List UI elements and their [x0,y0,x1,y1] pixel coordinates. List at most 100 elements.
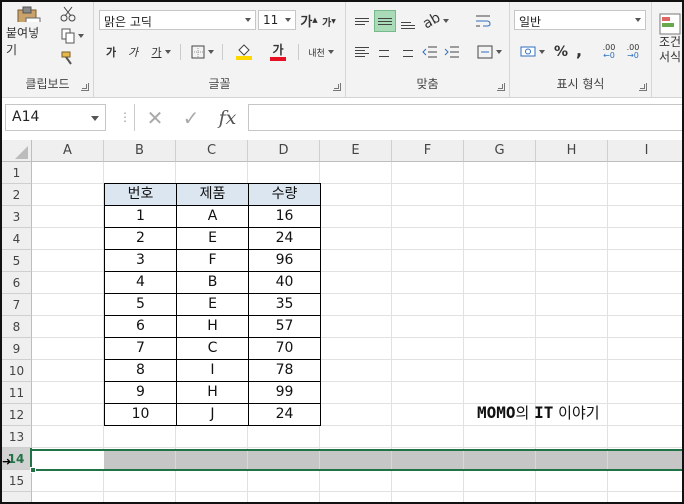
bottom-align-button[interactable] [398,14,418,36]
table-cell[interactable]: 78 [248,359,321,382]
table-cell[interactable]: 40 [248,271,321,294]
table-cell[interactable]: A [176,205,249,228]
table-cell[interactable]: 96 [248,249,321,272]
conditional-format-button[interactable]: 조건 서식 [656,6,682,70]
underline-button[interactable]: 가 [146,42,176,62]
decrease-indent-button[interactable] [420,42,440,62]
select-all-corner[interactable] [2,140,32,162]
table-header-product[interactable]: 제품 [176,183,249,206]
cancel-icon[interactable]: ✕ [147,106,164,130]
table-cell[interactable]: 35 [248,293,321,316]
table-cell[interactable]: I [176,359,249,382]
comma-button[interactable]: , [572,40,586,60]
column-header-h[interactable]: H [536,140,608,162]
table-cell[interactable]: E [176,227,249,250]
row-header-16[interactable] [2,492,32,502]
accounting-format-button[interactable] [516,42,548,62]
number-launcher-icon[interactable] [639,83,647,91]
row-header-11[interactable]: 11 [2,382,32,404]
enter-icon[interactable]: ✓ [183,106,200,130]
table-cell[interactable]: 9 [104,381,177,404]
row-header-4[interactable]: 4 [2,228,32,250]
table-cell[interactable]: 2 [104,227,177,250]
table-cell[interactable]: 10 [104,403,177,426]
insert-function-icon[interactable]: fx [219,107,237,129]
table-cell[interactable]: 24 [248,403,321,426]
row-header-7[interactable]: 7 [2,294,32,316]
row-header-13[interactable]: 13 [2,426,32,448]
number-format-combo[interactable]: 일반 [514,10,646,30]
align-center-button[interactable] [374,42,394,62]
format-painter-button[interactable] [57,48,79,68]
borders-button[interactable] [186,42,218,62]
column-header-b[interactable]: B [104,140,176,162]
row-header-9[interactable]: 9 [2,338,32,360]
decrease-decimal-button[interactable]: .00 →0 [622,42,644,62]
table-cell[interactable]: 4 [104,271,177,294]
fill-handle[interactable] [30,467,36,473]
bold-button[interactable]: 가 [102,42,120,62]
table-cell[interactable]: B [176,271,249,294]
column-header-f[interactable]: F [392,140,464,162]
table-cell[interactable]: 57 [248,315,321,338]
fill-color-button[interactable] [228,40,260,64]
percent-button[interactable]: % [552,42,570,62]
align-right-button[interactable] [396,42,416,62]
row-header-12[interactable]: 12 [2,404,32,426]
column-header-d[interactable]: D [248,140,320,162]
name-box[interactable]: A14 [5,104,106,131]
column-header-c[interactable]: C [176,140,248,162]
row-header-6[interactable]: 6 [2,272,32,294]
merge-center-button[interactable] [472,42,506,62]
phonetic-button[interactable]: 내천 [304,40,338,64]
shrink-font-button[interactable]: 가 ▼ [321,12,337,30]
row-header-3[interactable]: 3 [2,206,32,228]
row-header-15[interactable]: 15 [2,470,32,492]
row-header-1[interactable]: 1 [2,162,32,184]
grow-font-button[interactable]: 가 ▲ [300,10,318,30]
table-cell[interactable]: F [176,249,249,272]
clipboard-launcher-icon[interactable] [81,83,89,91]
table-header-number[interactable]: 번호 [104,183,177,206]
row-header-8[interactable]: 8 [2,316,32,338]
table-cell[interactable]: 24 [248,227,321,250]
row-header-2[interactable]: 2 [2,184,32,206]
wrap-text-button[interactable] [472,10,494,32]
table-cell[interactable]: 16 [248,205,321,228]
align-left-button[interactable] [352,42,372,62]
increase-decimal-button[interactable]: .00 ←0 [598,42,620,62]
column-header-g[interactable]: G [464,140,536,162]
formula-input[interactable] [248,104,682,131]
row-header-5[interactable]: 5 [2,250,32,272]
table-cell[interactable]: H [176,381,249,404]
column-header-e[interactable]: E [320,140,392,162]
table-header-quantity[interactable]: 수량 [248,183,321,206]
table-cell[interactable]: 70 [248,337,321,360]
table-cell[interactable]: J [176,403,249,426]
table-cell[interactable]: H [176,315,249,338]
cut-button[interactable] [57,4,79,24]
table-cell[interactable]: 5 [104,293,177,316]
row-header-10[interactable]: 10 [2,360,32,382]
font-size-combo[interactable]: 11 [258,10,296,30]
font-color-button[interactable]: 가 [262,40,294,64]
increase-indent-button[interactable] [442,42,462,62]
font-name-combo[interactable]: 맑은 고딕 [99,10,256,30]
copy-button[interactable] [57,26,87,46]
paste-button[interactable]: 붙여넣기 [6,6,50,58]
top-align-button[interactable] [352,10,372,32]
italic-button[interactable]: 가 [124,42,142,62]
table-cell[interactable]: 6 [104,315,177,338]
table-cell[interactable]: 7 [104,337,177,360]
orientation-button[interactable]: ab [420,10,450,32]
column-header-i[interactable]: I [608,140,682,162]
font-launcher-icon[interactable] [333,83,341,91]
table-cell[interactable]: C [176,337,249,360]
alignment-launcher-icon[interactable] [497,83,505,91]
table-cell[interactable]: 3 [104,249,177,272]
table-cell[interactable]: 8 [104,359,177,382]
column-header-a[interactable]: A [32,140,104,162]
table-cell[interactable]: E [176,293,249,316]
table-cell[interactable]: 99 [248,381,321,404]
middle-align-button[interactable] [374,10,396,32]
